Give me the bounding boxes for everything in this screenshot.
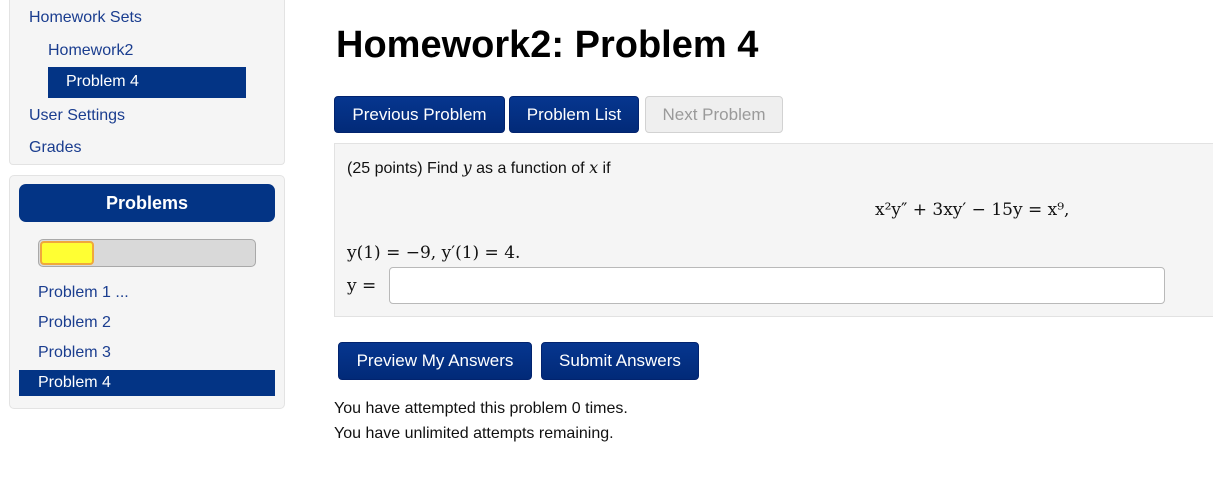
points-text: (25 points) Find [347, 160, 463, 177]
problems-panel-title: Problems [19, 184, 275, 222]
problem-link-3[interactable]: Problem 3 [38, 344, 111, 362]
var-x: x [589, 158, 599, 177]
page-title: Homework2: Problem 4 [336, 24, 759, 66]
preview-answers-button[interactable]: Preview My Answers [338, 342, 532, 380]
nav-grades[interactable]: Grades [29, 139, 81, 157]
nav-user-settings[interactable]: User Settings [29, 107, 125, 125]
nav-problem4-label: Problem 4 [66, 73, 139, 90]
next-problem-button: Next Problem [645, 96, 783, 133]
progress-bar [38, 239, 256, 267]
nav-homework2[interactable]: Homework2 [48, 42, 133, 60]
nav-problem4-active[interactable]: Problem 4 [48, 67, 246, 98]
answer-input[interactable] [389, 267, 1165, 304]
differential-equation: x²y″ + 3xy′ − 15y = x⁹, [875, 200, 1070, 220]
problem-intro: (25 points) Find y as a function of x if [347, 158, 611, 178]
remaining-message: You have unlimited attempts remaining. [334, 425, 614, 442]
progress-bar-fill [40, 241, 94, 265]
previous-problem-button[interactable]: Previous Problem [334, 96, 505, 133]
attempts-message: You have attempted this problem 0 times. [334, 400, 628, 417]
nav-homework-sets[interactable]: Homework Sets [29, 9, 142, 27]
problem-link-4-active[interactable]: Problem 4 [19, 370, 275, 396]
problem-link-2[interactable]: Problem 2 [38, 314, 111, 332]
var-y: y [462, 158, 472, 177]
if-text: if [598, 160, 611, 177]
function-text: as a function of [471, 160, 590, 177]
problem-list-button[interactable]: Problem List [509, 96, 639, 133]
initial-conditions: y(1) = −9, y′(1) = 4. [347, 243, 521, 263]
answer-label: y = [347, 276, 377, 296]
problem-link-1[interactable]: Problem 1 ... [38, 284, 129, 302]
problem-link-4-label: Problem 4 [38, 374, 111, 391]
submit-answers-button[interactable]: Submit Answers [541, 342, 699, 380]
